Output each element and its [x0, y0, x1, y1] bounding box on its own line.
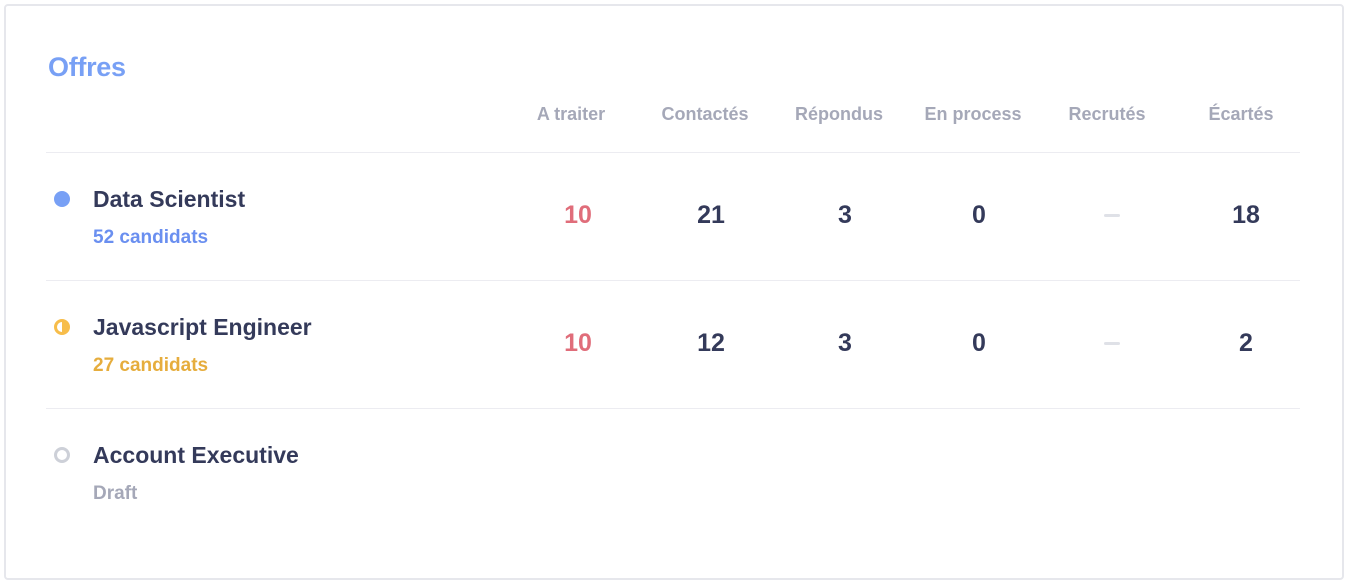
offer-title[interactable]: Account Executive [93, 442, 299, 469]
offer-row-data-scientist[interactable]: Data Scientist 52 candidats 10 21 3 0 18 [0, 153, 1348, 281]
count-repondus[interactable]: 3 [775, 329, 915, 358]
half-circle-icon [54, 319, 70, 335]
candidate-count[interactable]: 52 candidats [93, 227, 208, 249]
filled-circle-icon [54, 191, 70, 207]
column-header-en-process[interactable]: En process [903, 104, 1043, 125]
draft-label: Draft [93, 483, 138, 504]
column-header-ecartes[interactable]: Écartés [1171, 104, 1311, 125]
candidate-count[interactable]: 27 candidats [93, 355, 208, 377]
column-header-a-traiter[interactable]: A traiter [501, 104, 641, 125]
section-title: Offres [48, 52, 126, 82]
column-header-contactes[interactable]: Contactés [635, 104, 775, 125]
column-header-recrutes[interactable]: Recrutés [1037, 104, 1177, 125]
column-header-repondus[interactable]: Répondus [769, 104, 909, 125]
count-en-process[interactable]: 0 [909, 201, 1049, 230]
offer-row-account-executive[interactable]: Account Executive Draft [0, 409, 1348, 537]
count-recrutes-empty [1104, 214, 1120, 217]
count-ecartes[interactable]: 18 [1176, 201, 1316, 230]
offer-title[interactable]: Data Scientist [93, 186, 245, 213]
count-ecartes[interactable]: 2 [1176, 329, 1316, 358]
count-contactes[interactable]: 12 [641, 329, 781, 358]
offer-row-javascript-engineer[interactable]: Javascript Engineer 27 candidats 10 12 3… [0, 281, 1348, 409]
count-recrutes-empty [1104, 342, 1120, 345]
count-a-traiter[interactable]: 10 [508, 329, 648, 358]
empty-circle-icon [54, 447, 70, 463]
count-en-process[interactable]: 0 [909, 329, 1049, 358]
count-repondus[interactable]: 3 [775, 201, 915, 230]
offer-title[interactable]: Javascript Engineer [93, 314, 312, 341]
count-contactes[interactable]: 21 [641, 201, 781, 230]
count-a-traiter[interactable]: 10 [508, 201, 648, 230]
